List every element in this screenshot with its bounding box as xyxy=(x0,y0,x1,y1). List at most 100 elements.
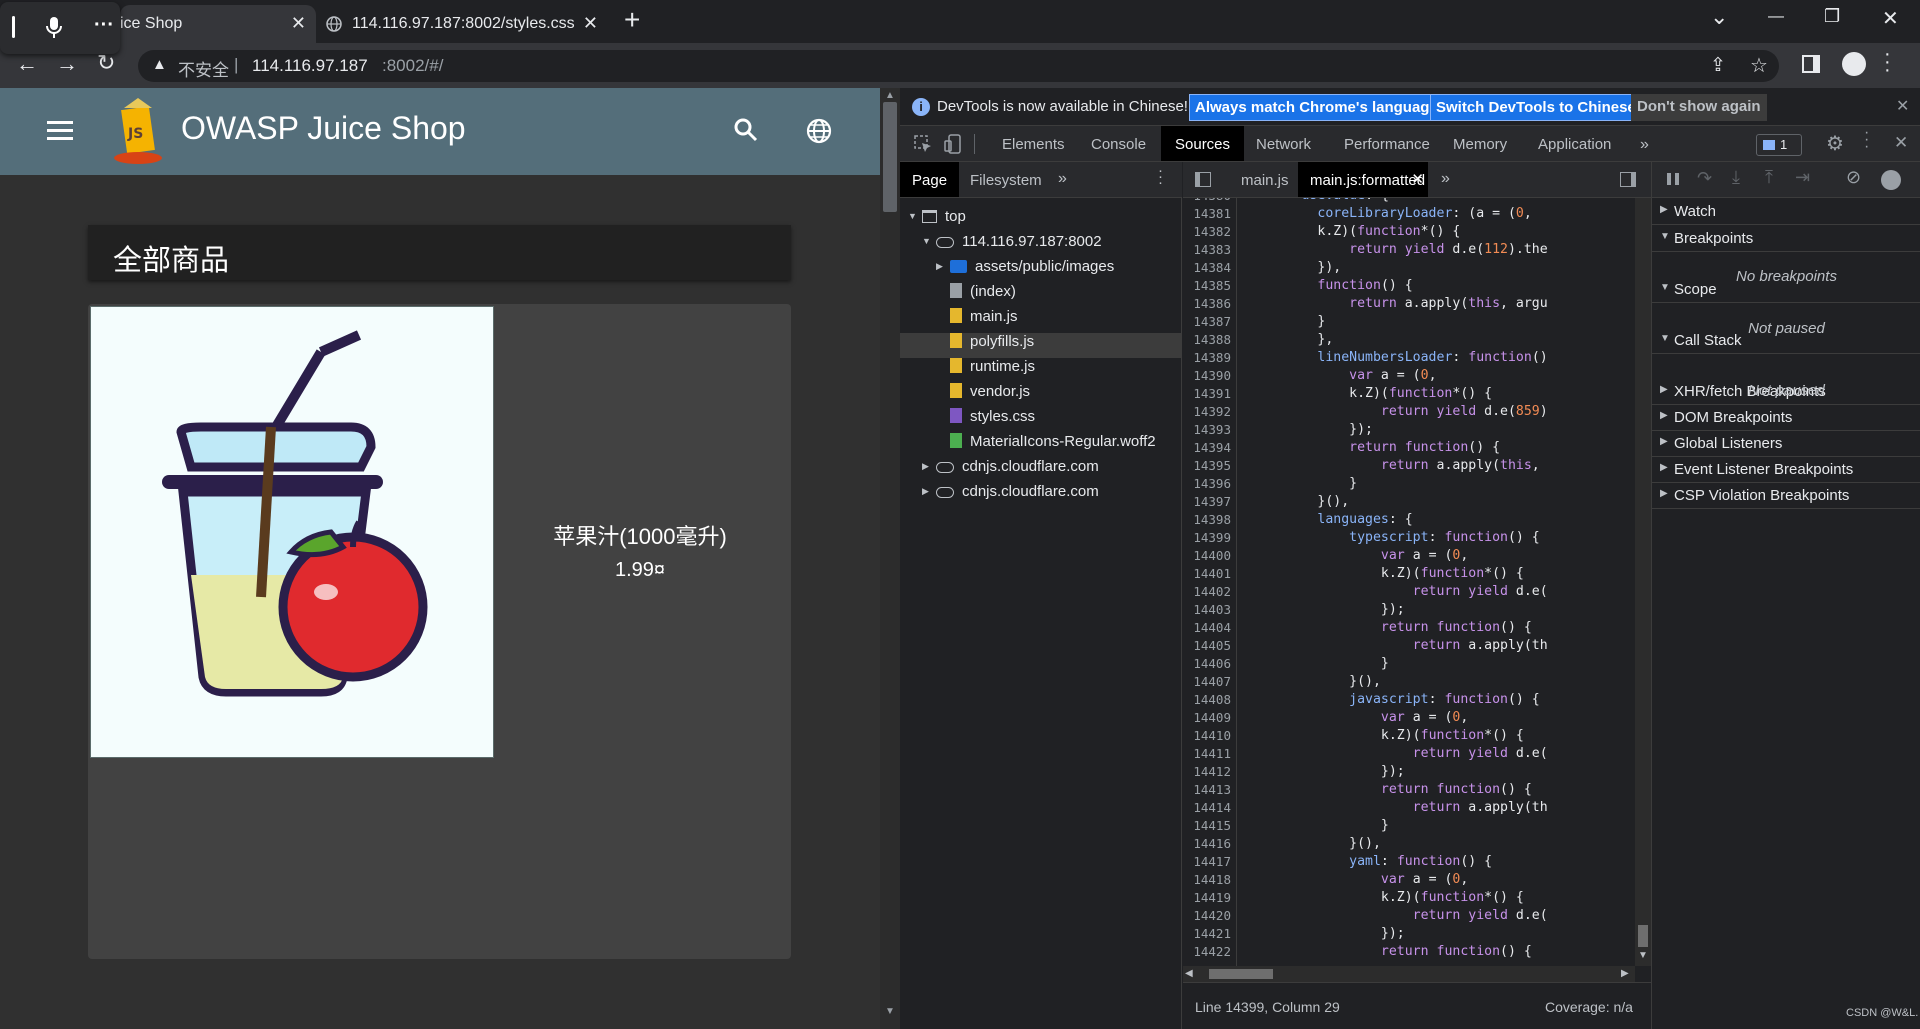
expand-arrow-icon[interactable]: ▶ xyxy=(922,486,936,497)
line-number[interactable]: 14416 xyxy=(1183,835,1236,853)
code-line[interactable]: } xyxy=(1238,817,1635,835)
scrollbar-thumb[interactable] xyxy=(883,102,897,212)
pause-icon[interactable] xyxy=(1667,173,1679,185)
inspect-element-icon[interactable] xyxy=(914,135,932,153)
code-line[interactable]: }, xyxy=(1238,331,1635,349)
code-line[interactable]: } xyxy=(1238,655,1635,673)
tab-performance[interactable]: Performance xyxy=(1344,136,1430,153)
code-line[interactable]: return function() { xyxy=(1238,943,1635,961)
tab-close-icon[interactable]: ✕ xyxy=(583,13,598,34)
editor-tab-close-icon[interactable]: ✕ xyxy=(1411,170,1424,188)
toggle-debugger-icon[interactable] xyxy=(1620,172,1636,187)
side-panel-icon[interactable] xyxy=(1802,55,1820,73)
close-devtools-icon[interactable]: ✕ xyxy=(1894,133,1908,153)
code-line[interactable]: var a = (0, xyxy=(1238,547,1635,565)
coverage-status[interactable]: Coverage: n/a xyxy=(1545,999,1633,1015)
back-icon[interactable]: ← xyxy=(16,51,38,77)
code-line[interactable]: k.Z)(function*() { xyxy=(1238,889,1635,907)
line-number[interactable]: 14401 xyxy=(1183,565,1236,583)
step-icon[interactable]: ⇥ xyxy=(1795,167,1810,188)
shop-title[interactable]: OWASP Juice Shop xyxy=(181,110,466,147)
line-number[interactable]: 14383 xyxy=(1183,241,1236,259)
code-line[interactable]: }); xyxy=(1238,421,1635,439)
code-line[interactable]: }); xyxy=(1238,763,1635,781)
code-line[interactable]: javascript: function() { xyxy=(1238,691,1635,709)
line-number[interactable]: 14404 xyxy=(1183,619,1236,637)
line-number[interactable]: 14409 xyxy=(1183,709,1236,727)
code-line[interactable]: typescript: function() { xyxy=(1238,529,1635,547)
code-line[interactable]: }); xyxy=(1238,925,1635,943)
line-number[interactable]: 14391 xyxy=(1183,385,1236,403)
url-host[interactable]: 114.116.97.187 xyxy=(252,56,368,76)
code-vertical-scrollbar[interactable]: ▼ xyxy=(1635,198,1651,966)
code-line[interactable]: } xyxy=(1238,313,1635,331)
search-icon[interactable] xyxy=(734,118,758,142)
code-line[interactable]: return a.apply(this, argu xyxy=(1238,295,1635,313)
line-number[interactable]: 14381 xyxy=(1183,205,1236,223)
scroll-left-icon[interactable]: ◀ xyxy=(1185,968,1193,979)
more-editor-tabs-icon[interactable]: » xyxy=(1441,170,1450,188)
tab-filesystem[interactable]: Filesystem xyxy=(970,172,1042,189)
expand-arrow-icon[interactable]: ▼ xyxy=(922,236,936,246)
product-card[interactable]: 苹果汁(1000毫升) 1.99¤ xyxy=(88,304,791,959)
line-number[interactable]: 14410 xyxy=(1183,727,1236,745)
line-number[interactable]: 14405 xyxy=(1183,637,1236,655)
dont-show-again-button[interactable]: Don't show again xyxy=(1631,94,1767,121)
switch-to-chinese-button[interactable]: Switch DevTools to Chinese xyxy=(1430,94,1642,121)
code-line[interactable]: k.Z)(function*() { xyxy=(1238,727,1635,745)
code-line[interactable]: var a = (0, xyxy=(1238,367,1635,385)
issues-badge[interactable]: 1 xyxy=(1756,134,1802,156)
code-line[interactable]: k.Z)(function*() { xyxy=(1238,565,1635,583)
scroll-up-icon[interactable]: ▲ xyxy=(885,90,895,101)
line-number[interactable]: 14389 xyxy=(1183,349,1236,367)
line-number[interactable]: 14399 xyxy=(1183,529,1236,547)
code-line[interactable]: return a.apply(th xyxy=(1238,799,1635,817)
line-number[interactable]: 14400 xyxy=(1183,547,1236,565)
close-window-button[interactable]: ✕ xyxy=(1882,6,1899,31)
code-line[interactable]: }), xyxy=(1238,259,1635,277)
always-match-language-button[interactable]: Always match Chrome's language xyxy=(1189,94,1444,121)
line-number[interactable]: 14419 xyxy=(1183,889,1236,907)
expand-arrow-icon[interactable]: ▼ xyxy=(908,211,922,221)
tree-item[interactable]: ▼ top xyxy=(908,208,966,233)
juice-shop-logo[interactable]: JS xyxy=(110,96,174,168)
code-line[interactable]: var a = (0, xyxy=(1238,709,1635,727)
section-watch[interactable]: ▶ Watch xyxy=(1652,198,1920,225)
code-line[interactable]: return yield d.e( xyxy=(1238,907,1635,925)
warning-icon[interactable]: ▲ xyxy=(152,56,167,73)
code-line[interactable]: coreLibraryLoader: (a = (0, xyxy=(1238,205,1635,223)
line-number[interactable]: 14380 xyxy=(1183,198,1236,205)
toggle-navigator-icon[interactable] xyxy=(1195,172,1211,187)
code-line[interactable]: k.Z)(function*() { xyxy=(1238,385,1635,403)
tree-item[interactable]: ▶ cdnjs.cloudflare.com xyxy=(922,483,1099,508)
line-number[interactable]: 14421 xyxy=(1183,925,1236,943)
line-number[interactable]: 14422 xyxy=(1183,943,1236,961)
tab-close-icon[interactable]: ✕ xyxy=(291,13,306,34)
tab-page[interactable]: Page xyxy=(900,162,960,197)
line-number[interactable]: 14406 xyxy=(1183,655,1236,673)
line-number[interactable]: 14403 xyxy=(1183,601,1236,619)
navigator-menu-icon[interactable]: · · · xyxy=(1158,163,1163,190)
share-icon[interactable]: ⇪ xyxy=(1710,54,1726,77)
line-number[interactable]: 14388 xyxy=(1183,331,1236,349)
line-number[interactable]: 14394 xyxy=(1183,439,1236,457)
tree-item[interactable]: runtime.js xyxy=(936,358,1035,383)
settings-gear-icon[interactable]: ⚙ xyxy=(1826,131,1844,156)
section-global-listeners[interactable]: ▶ Global Listeners xyxy=(1652,430,1920,457)
tree-item[interactable]: polyfills.js xyxy=(936,333,1034,358)
line-number[interactable]: 14408 xyxy=(1183,691,1236,709)
line-number[interactable]: 14396 xyxy=(1183,475,1236,493)
line-number[interactable]: 14418 xyxy=(1183,871,1236,889)
line-number[interactable]: 14390 xyxy=(1183,367,1236,385)
line-number[interactable]: 14393 xyxy=(1183,421,1236,439)
url-path[interactable]: :8002/#/ xyxy=(382,56,443,76)
line-number[interactable]: 14392 xyxy=(1183,403,1236,421)
section-breakpoints[interactable]: ▼ Breakpoints xyxy=(1652,225,1920,252)
scrollbar-thumb[interactable] xyxy=(1638,925,1648,947)
line-number[interactable]: 14402 xyxy=(1183,583,1236,601)
tab-search-icon[interactable]: ⌄ xyxy=(1710,4,1728,30)
address-bar[interactable]: ▲ 不安全 | 114.116.97.187 :8002/#/ ⇪ ☆ xyxy=(138,50,1779,82)
more-icon[interactable]: ··· xyxy=(94,14,114,37)
page-scrollbar[interactable]: ▲ ▼ xyxy=(880,88,900,1029)
expand-arrow-icon[interactable]: ▶ xyxy=(936,261,950,272)
